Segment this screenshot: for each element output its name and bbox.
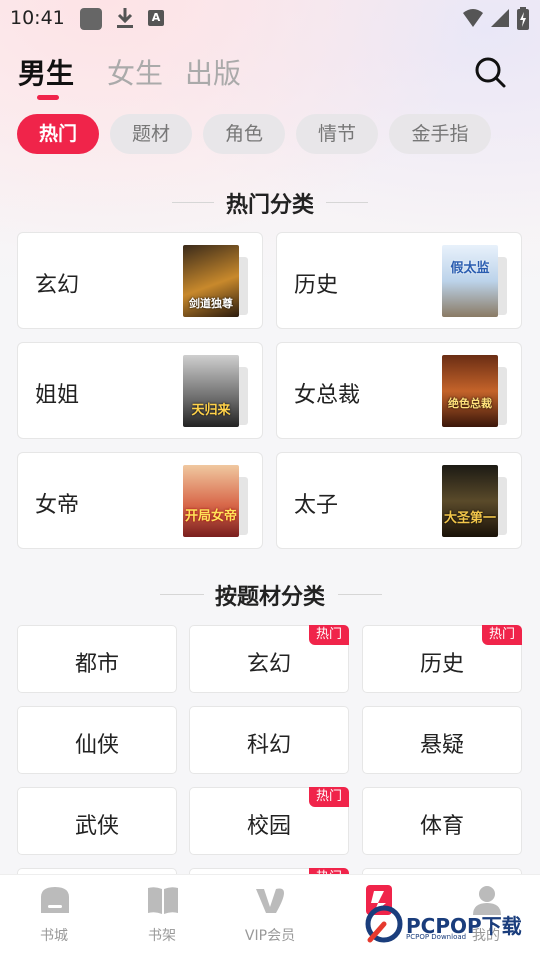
tab-publish[interactable]: 出版 bbox=[185, 52, 241, 92]
genre-label: 仙侠 bbox=[74, 733, 119, 758]
cover-title: 绝色总裁 bbox=[448, 397, 492, 410]
book-cover: 绝色总裁 bbox=[442, 355, 498, 427]
signal-icon bbox=[491, 9, 509, 27]
chip-hot[interactable]: 热门 bbox=[17, 114, 99, 154]
category-card-sister[interactable]: 姐姐 天归来 bbox=[17, 342, 263, 439]
hot-badge: 热门 bbox=[309, 625, 349, 645]
chip-golden-finger[interactable]: 金手指 bbox=[389, 114, 491, 154]
category-card-history[interactable]: 历史 假太监 bbox=[276, 232, 522, 329]
genre-cell-scifi[interactable]: 科幻 bbox=[189, 706, 349, 774]
cover-title: 开局女帝 bbox=[184, 509, 237, 524]
category-card-prince[interactable]: 太子 大圣第一 bbox=[276, 452, 522, 549]
genre-label: 武侠 bbox=[74, 814, 119, 839]
category-card-empress[interactable]: 女帝 开局女帝 bbox=[17, 452, 263, 549]
genre-cell-campus[interactable]: 校园 热门 bbox=[189, 787, 349, 855]
genre-cell-urban[interactable]: 都市 bbox=[17, 625, 177, 693]
status-time: 10:41 bbox=[10, 7, 65, 29]
battery-charging-icon bbox=[517, 7, 529, 30]
cover-title: 假太监 bbox=[450, 261, 490, 276]
nav-label: 书架 bbox=[148, 928, 176, 944]
book-cover: 大圣第一 bbox=[442, 465, 498, 537]
active-tab-indicator bbox=[37, 95, 59, 100]
nav-vip[interactable]: VIP会员 bbox=[216, 875, 324, 960]
font-a-icon: A bbox=[148, 10, 164, 26]
pcpop-logo-icon bbox=[365, 905, 403, 943]
nav-label: VIP会员 bbox=[244, 928, 296, 944]
cover-title: 大圣第一 bbox=[443, 511, 496, 526]
tab-male[interactable]: 男生 bbox=[18, 52, 74, 92]
genre-cell-sports[interactable]: 体育 bbox=[362, 787, 522, 855]
chip-theme[interactable]: 题材 bbox=[110, 114, 192, 154]
category-label: 女总裁 bbox=[294, 383, 361, 408]
watermark-subtext: PCPOP Download bbox=[406, 933, 467, 941]
download-icon bbox=[117, 8, 133, 28]
genre-label: 悬疑 bbox=[419, 733, 464, 758]
divider-right bbox=[326, 202, 368, 203]
category-label: 姐姐 bbox=[35, 383, 80, 408]
genre-label: 历史 bbox=[419, 652, 464, 677]
vip-icon bbox=[256, 888, 284, 913]
genre-cell-xuanhuan[interactable]: 玄幻 热门 bbox=[189, 625, 349, 693]
divider-right bbox=[338, 594, 382, 595]
category-label: 历史 bbox=[294, 273, 339, 298]
search-icon[interactable] bbox=[473, 55, 507, 89]
nav-bookstore[interactable]: 书城 bbox=[0, 875, 108, 960]
book-cover: 剑道独尊 bbox=[183, 245, 239, 317]
genre-cell-history[interactable]: 历史 热门 bbox=[362, 625, 522, 693]
hot-badge: 热门 bbox=[482, 625, 522, 645]
genre-label: 科幻 bbox=[246, 733, 291, 758]
category-card-female-ceo[interactable]: 女总裁 绝色总裁 bbox=[276, 342, 522, 439]
cover-title: 天归来 bbox=[191, 403, 231, 418]
genre-cell-wuxia[interactable]: 武侠 bbox=[17, 787, 177, 855]
tab-female[interactable]: 女生 bbox=[107, 52, 163, 92]
status-bar: 10:41 A bbox=[0, 0, 540, 36]
genre-label: 都市 bbox=[74, 652, 119, 677]
genre-label: 校园 bbox=[246, 814, 291, 839]
cover-title: 剑道独尊 bbox=[189, 297, 233, 310]
genre-cell-xianxia[interactable]: 仙侠 bbox=[17, 706, 177, 774]
hot-badge: 热门 bbox=[309, 787, 349, 807]
genre-cell-mystery[interactable]: 悬疑 bbox=[362, 706, 522, 774]
genre-label: 玄幻 bbox=[246, 652, 291, 677]
watermark: PCPOP下载 PCPOP Download bbox=[362, 902, 540, 948]
category-label: 女帝 bbox=[35, 493, 80, 518]
genre-label: 体育 bbox=[419, 814, 464, 839]
section-title-genre: 按题材分类 bbox=[214, 585, 325, 610]
book-cover: 开局女帝 bbox=[183, 465, 239, 537]
chip-role[interactable]: 角色 bbox=[203, 114, 285, 154]
category-card-xuanhuan[interactable]: 玄幻 剑道独尊 bbox=[17, 232, 263, 329]
category-label: 玄幻 bbox=[35, 273, 80, 298]
bookstore-icon bbox=[41, 887, 69, 913]
nav-bookshelf[interactable]: 书架 bbox=[108, 875, 216, 960]
app-square-icon bbox=[80, 8, 102, 30]
section-title-hot: 热门分类 bbox=[225, 193, 314, 218]
book-cover: 天归来 bbox=[183, 355, 239, 427]
nav-label: 书城 bbox=[40, 928, 68, 944]
bookshelf-icon bbox=[148, 887, 178, 914]
wifi-icon bbox=[463, 9, 483, 27]
chip-plot[interactable]: 情节 bbox=[296, 114, 378, 154]
book-cover: 假太监 bbox=[442, 245, 498, 317]
category-label: 太子 bbox=[294, 493, 339, 518]
